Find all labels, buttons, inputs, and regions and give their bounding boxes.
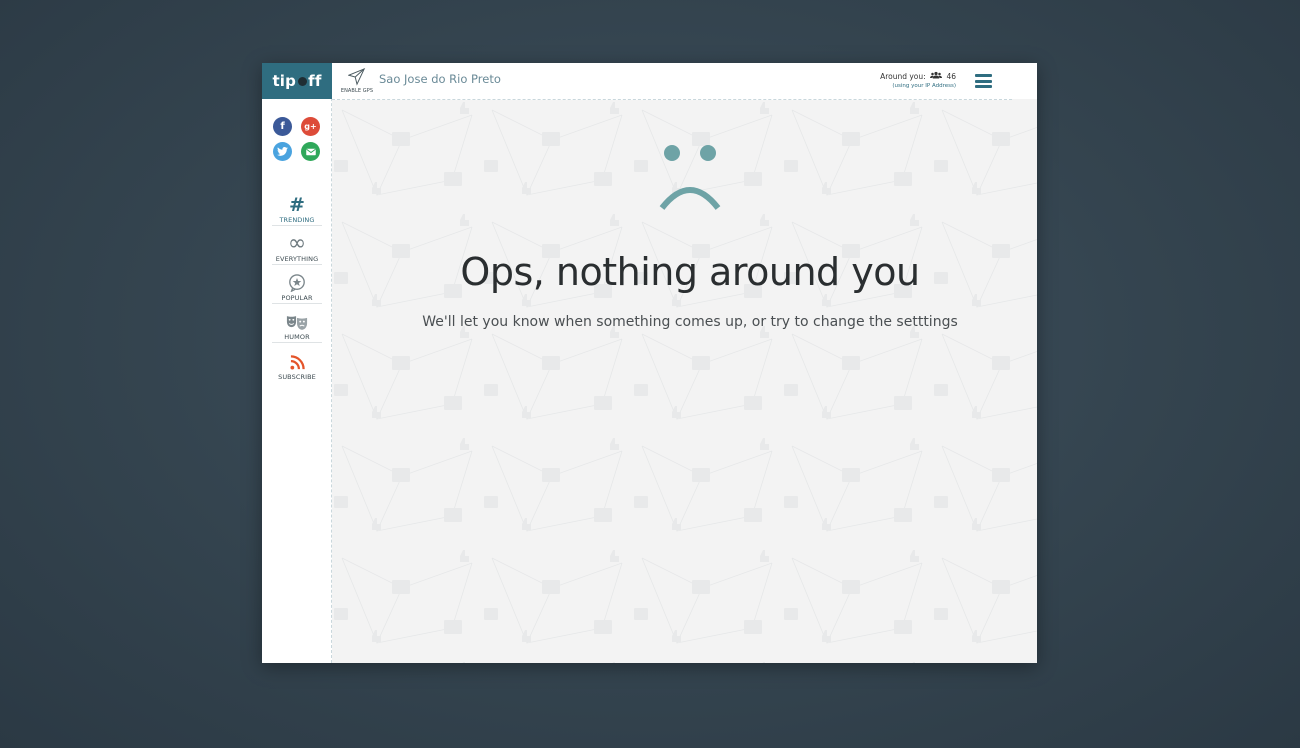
category-nav: # TRENDING ∞ EVERYTHING POPULAR HUMOR SU… xyxy=(272,187,322,382)
masks-icon xyxy=(286,312,308,332)
gps-arrow-icon xyxy=(348,68,366,86)
logo-text-left: tip xyxy=(272,72,297,90)
facebook-icon[interactable]: f xyxy=(273,117,292,136)
logo[interactable]: tip ff xyxy=(262,63,332,99)
top-bar: ENABLE GPS Sao Jose do Rio Preto Around … xyxy=(332,63,1012,100)
location-name[interactable]: Sao Jose do Rio Preto xyxy=(379,72,501,86)
empty-state-title: Ops, nothing around you xyxy=(460,250,920,294)
nav-item-popular[interactable]: POPULAR xyxy=(272,265,322,304)
nav-item-label: POPULAR xyxy=(281,294,313,302)
enable-gps-button[interactable]: ENABLE GPS xyxy=(337,68,373,96)
enable-gps-label: ENABLE GPS xyxy=(340,88,374,94)
sad-face-icon xyxy=(659,145,721,210)
hamburger-menu-icon[interactable] xyxy=(975,74,992,88)
logo-text-right: ff xyxy=(308,72,322,90)
hashtag-icon: # xyxy=(289,194,305,216)
top-bar-right-edge xyxy=(1012,63,1037,99)
sidebar: tip ff f g+ # TRENDING ∞ EVERYTHING POPU… xyxy=(262,63,332,663)
nav-item-trending[interactable]: # TRENDING xyxy=(272,187,322,226)
around-note: (using your IP Address) xyxy=(892,83,956,89)
nav-item-label: HUMOR xyxy=(284,333,310,341)
star-bubble-icon xyxy=(288,273,306,293)
nav-item-subscribe[interactable]: SUBSCRIBE xyxy=(272,343,322,382)
empty-state-message: We'll let you know when something comes … xyxy=(422,314,958,330)
around-count: 46 xyxy=(946,72,956,81)
logo-dot xyxy=(298,76,308,86)
app-window: tip ff f g+ # TRENDING ∞ EVERYTHING POPU… xyxy=(262,63,1037,663)
nav-item-label: EVERYTHING xyxy=(275,255,319,263)
rss-icon xyxy=(289,352,305,372)
infinity-icon: ∞ xyxy=(287,231,307,256)
nav-item-humor[interactable]: HUMOR xyxy=(272,304,322,343)
around-you: Around you: 46 (using your IP Address) xyxy=(880,71,956,90)
google-plus-icon[interactable]: g+ xyxy=(301,117,320,136)
twitter-icon[interactable] xyxy=(273,142,292,161)
around-label: Around you: xyxy=(880,72,926,81)
nav-item-label: TRENDING xyxy=(279,216,315,224)
feed-area: Ops, nothing around you We'll let you kn… xyxy=(332,100,1037,663)
email-icon[interactable] xyxy=(301,142,320,161)
users-icon xyxy=(930,71,943,79)
nav-item-label: SUBSCRIBE xyxy=(278,373,316,381)
nav-item-everything[interactable]: ∞ EVERYTHING xyxy=(272,226,322,265)
